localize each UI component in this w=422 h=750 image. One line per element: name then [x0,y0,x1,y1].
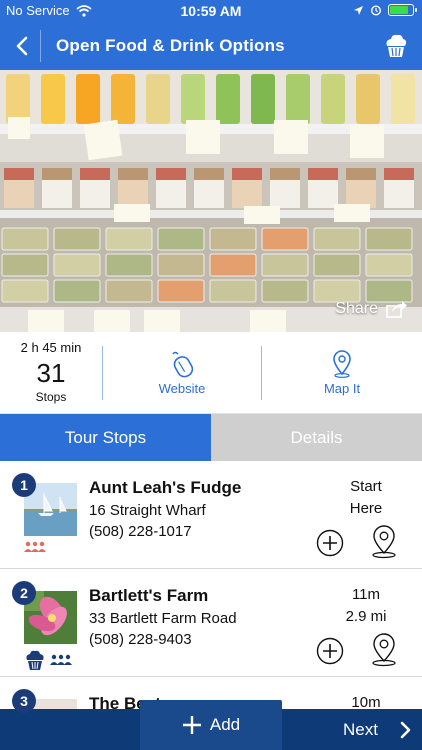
cupcake-tag-icon [26,650,44,670]
map-pin-icon [333,350,351,378]
info-divider [261,346,262,400]
add-button[interactable]: Add [140,700,282,750]
stop-map-pin-icon[interactable] [369,525,399,559]
add-stop-icon[interactable] [316,529,344,557]
stop-phone[interactable]: (508) 228-1017 [89,523,192,540]
stops-label: Stops [35,390,67,404]
stop-tags [24,649,72,671]
stop-number-badge: 3 [12,689,36,713]
share-icon [386,301,407,318]
stop-number-badge: 1 [12,473,36,497]
map-it-button[interactable]: Map It [292,350,392,396]
stop-address: 16 Straight Wharf [89,502,206,519]
stop-map-pin-icon[interactable] [369,633,399,667]
add-stop-icon[interactable] [316,637,344,665]
crowd-icon [24,541,46,552]
website-button[interactable]: Website [132,350,232,396]
stop-name: Bartlett's Farm [89,586,209,605]
chevron-right-icon [400,721,411,738]
tour-info-row: 2 h 45 min 31 Stops Website Map It [0,332,422,414]
crowd-icon [50,654,72,665]
battery-icon [388,4,417,16]
page-title: Open Food & Drink Options [56,36,285,55]
tab-bar: Tour Stops Details [0,414,422,461]
stop-name: Aunt Leah's Fudge [89,478,242,497]
location-arrow-icon [354,5,363,15]
stop-distance-label: Here [349,500,383,517]
stop-list-item[interactable]: 2 Bartlett's Farm 33 Bartlett Farm Road … [0,569,422,677]
cupcake-icon[interactable] [382,32,410,60]
back-button[interactable] [8,32,36,60]
mouse-icon [172,351,194,378]
share-button[interactable]: Share [335,300,408,318]
stop-list-item[interactable]: 1 Aunt Leah's Fudge 16 Straight Wharf (5… [0,461,422,569]
stop-phone[interactable]: (508) 228-9403 [89,631,192,648]
next-label: Next [343,719,378,739]
status-right [353,4,417,16]
stop-tags [24,541,46,553]
stop-number-badge: 2 [12,581,36,605]
stop-distance-label: 2.9 mi [345,608,387,625]
tab-details[interactable]: Details [211,414,422,461]
nav-bar: Open Food & Drink Options [0,22,422,70]
website-label: Website [158,381,206,396]
add-label: Add [209,715,241,734]
plus-icon [182,716,201,734]
share-label: Share [335,300,378,317]
hero-image: Share [0,70,422,332]
info-divider [102,346,103,400]
deli-case-photo [0,70,422,332]
stops-count: 31 [36,358,66,388]
next-button[interactable]: Next [343,709,412,750]
chevron-left-icon [16,36,28,56]
tour-duration: 2 h 45 min [20,340,82,355]
alarm-icon [370,5,382,16]
stop-address: 33 Bartlett Farm Road [89,610,237,627]
tab-tour-stops[interactable]: Tour Stops [0,414,211,461]
status-bar: No Service 10:59 AM [0,0,422,22]
battery-fill [390,6,408,14]
nav-divider [40,30,41,62]
stop-time-label: 11m [351,586,381,603]
stop-time-label: Start [350,478,382,495]
map-it-label: Map It [323,381,361,396]
